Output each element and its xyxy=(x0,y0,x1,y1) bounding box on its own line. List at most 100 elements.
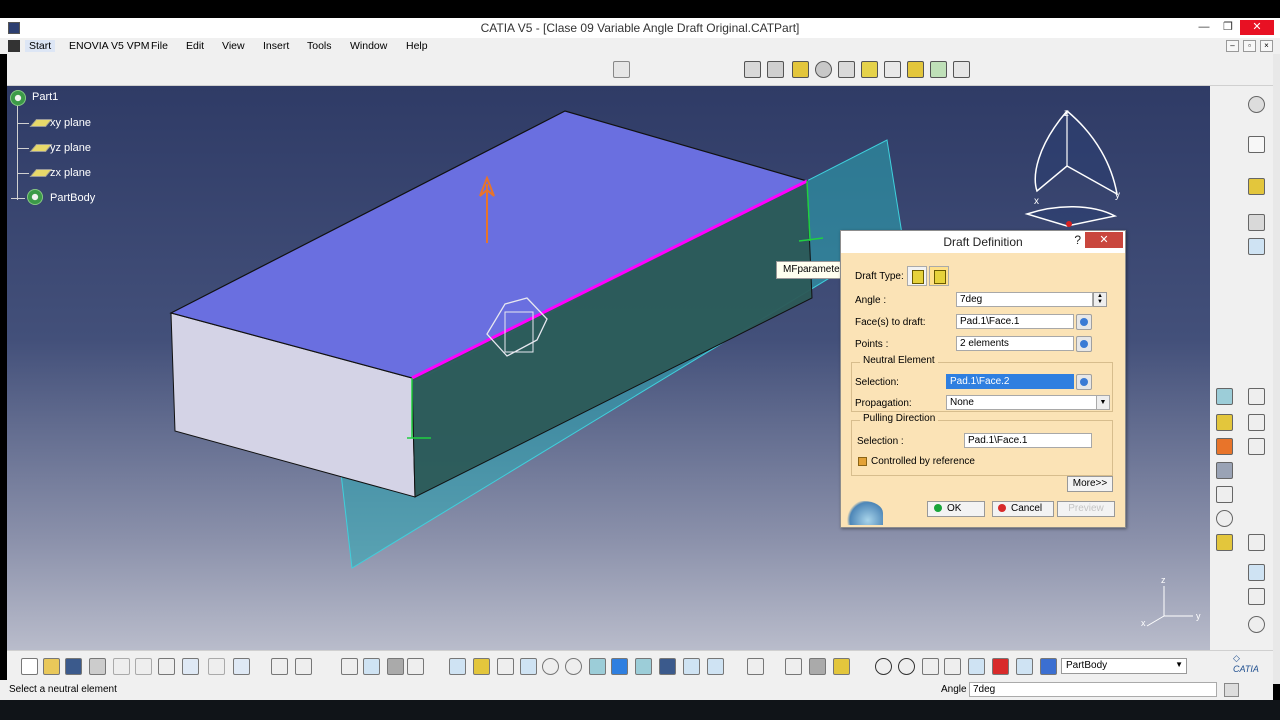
pocket-icon[interactable] xyxy=(767,61,784,78)
annotation-icon[interactable] xyxy=(1248,438,1265,455)
multi-view-icon[interactable] xyxy=(611,658,628,675)
iso-view-icon[interactable] xyxy=(635,658,652,675)
sketch-icon[interactable] xyxy=(613,61,630,78)
thickness-icon[interactable] xyxy=(953,61,970,78)
zoom-in-icon[interactable] xyxy=(542,658,559,675)
tree-node-yz-plane[interactable]: yz plane xyxy=(50,142,91,154)
draft-icon[interactable] xyxy=(907,61,924,78)
current-body-select[interactable]: PartBody ▼ xyxy=(1061,658,1187,674)
doc-close-button[interactable]: × xyxy=(1260,40,1273,52)
catalog-icon[interactable] xyxy=(363,658,380,675)
pan-icon[interactable] xyxy=(497,658,514,675)
menu-file[interactable]: File xyxy=(151,40,168,52)
menu-start[interactable]: Start xyxy=(25,40,56,52)
measure-item-icon[interactable] xyxy=(387,658,404,675)
tree-node-partbody[interactable]: PartBody xyxy=(50,192,95,204)
neutral-pick-icon[interactable] xyxy=(1076,374,1092,390)
refresh-icon[interactable] xyxy=(875,658,892,675)
print-icon[interactable] xyxy=(89,658,106,675)
axis-system-icon[interactable] xyxy=(785,658,802,675)
doc-minimize-button[interactable]: – xyxy=(1226,40,1239,52)
paste-icon[interactable] xyxy=(158,658,175,675)
doc-restore-button[interactable]: ▫ xyxy=(1243,40,1256,52)
analysis-icon[interactable] xyxy=(1248,534,1265,551)
new-icon[interactable] xyxy=(21,658,38,675)
menu-view[interactable]: View xyxy=(222,40,245,52)
delete-icon[interactable] xyxy=(992,658,1009,675)
shell-icon[interactable] xyxy=(930,61,947,78)
undo-icon[interactable] xyxy=(182,658,199,675)
chevron-down-icon[interactable]: ▼ xyxy=(1175,660,1183,669)
cancel-button[interactable]: Cancel xyxy=(992,501,1054,517)
open-icon[interactable] xyxy=(43,658,60,675)
cut-icon[interactable] xyxy=(113,658,130,675)
list-icon[interactable] xyxy=(1016,658,1033,675)
more-button[interactable]: More>> xyxy=(1067,476,1113,492)
save-icon[interactable] xyxy=(65,658,82,675)
zoom-out-icon[interactable] xyxy=(565,658,582,675)
commands-list-icon[interactable] xyxy=(1224,683,1239,697)
neutral-selection-input[interactable]: Pad.1\Face.2 xyxy=(946,374,1074,389)
fillet-icon[interactable] xyxy=(861,61,878,78)
faces-input[interactable]: Pad.1\Face.1 xyxy=(956,314,1074,329)
geometrical-set-icon[interactable] xyxy=(833,658,850,675)
target-icon[interactable] xyxy=(1216,510,1233,527)
mirror-icon[interactable] xyxy=(1216,462,1233,479)
tree-node-xy-plane[interactable]: xy plane xyxy=(50,117,91,129)
chevron-down-icon[interactable]: ▼ xyxy=(1096,396,1109,409)
sketch-ref-icon[interactable] xyxy=(1248,414,1265,431)
tree-node-zx-plane[interactable]: zx plane xyxy=(50,167,91,179)
close-button[interactable]: ✕ xyxy=(1240,20,1274,35)
text-icon[interactable] xyxy=(1248,388,1265,405)
tree-node-part1[interactable]: Part1 xyxy=(32,91,58,103)
shaft-icon[interactable] xyxy=(792,61,809,78)
inertia-icon[interactable] xyxy=(407,658,424,675)
rib-icon[interactable] xyxy=(838,61,855,78)
table-icon[interactable] xyxy=(341,658,358,675)
menu-edit[interactable]: Edit xyxy=(186,40,204,52)
dialog-close-button[interactable]: ✕ xyxy=(1085,232,1123,248)
menu-enovia[interactable]: ENOVIA V5 VPM xyxy=(69,40,150,52)
partbody-gear-icon[interactable] xyxy=(27,189,43,205)
update-icon[interactable] xyxy=(747,658,764,675)
wireframe-icon[interactable] xyxy=(1248,564,1265,581)
angle-input[interactable]: 7deg xyxy=(956,292,1093,307)
power-input-field[interactable]: 7deg xyxy=(969,682,1217,697)
body-icon[interactable] xyxy=(809,658,826,675)
sync-icon[interactable] xyxy=(898,658,915,675)
copy-icon[interactable] xyxy=(135,658,152,675)
controlled-by-reference-checkbox[interactable] xyxy=(858,457,867,466)
scan-icon[interactable] xyxy=(968,658,985,675)
part-gear-icon[interactable] xyxy=(10,90,26,106)
measure-icon[interactable] xyxy=(1248,214,1265,231)
normal-view-icon[interactable] xyxy=(589,658,606,675)
faces-pick-icon[interactable] xyxy=(1076,314,1092,330)
preview-button[interactable]: Preview xyxy=(1057,501,1115,517)
swap-space-icon[interactable] xyxy=(707,658,724,675)
points-pick-icon[interactable] xyxy=(1076,336,1092,352)
transform-icon[interactable] xyxy=(1216,438,1233,455)
pulling-selection-input[interactable]: Pad.1\Face.1 xyxy=(964,433,1092,448)
shading-icon[interactable] xyxy=(659,658,676,675)
minimize-button[interactable]: — xyxy=(1192,20,1216,35)
fit-all-icon[interactable] xyxy=(473,658,490,675)
constant-draft-icon[interactable] xyxy=(907,266,927,286)
pad-icon[interactable] xyxy=(744,61,761,78)
solid-icon[interactable] xyxy=(1216,534,1233,551)
redo-icon[interactable] xyxy=(208,658,225,675)
fly-mode-icon[interactable] xyxy=(449,658,466,675)
menu-insert[interactable]: Insert xyxy=(263,40,289,52)
split-icon[interactable] xyxy=(1216,414,1233,431)
axis-icon[interactable] xyxy=(1248,238,1265,255)
boolean-icon[interactable] xyxy=(1248,178,1265,195)
menu-help[interactable]: Help xyxy=(406,40,428,52)
propagation-select[interactable]: None ▼ xyxy=(946,395,1110,410)
rotate-icon[interactable] xyxy=(520,658,537,675)
surface-icon[interactable] xyxy=(1216,388,1233,405)
whats-this-icon[interactable] xyxy=(233,658,250,675)
parameter-icon[interactable] xyxy=(944,658,961,675)
render-icon[interactable] xyxy=(1248,616,1265,633)
grid-icon[interactable] xyxy=(1248,588,1265,605)
help-button[interactable]: ? xyxy=(1074,233,1081,247)
menu-tools[interactable]: Tools xyxy=(307,40,332,52)
